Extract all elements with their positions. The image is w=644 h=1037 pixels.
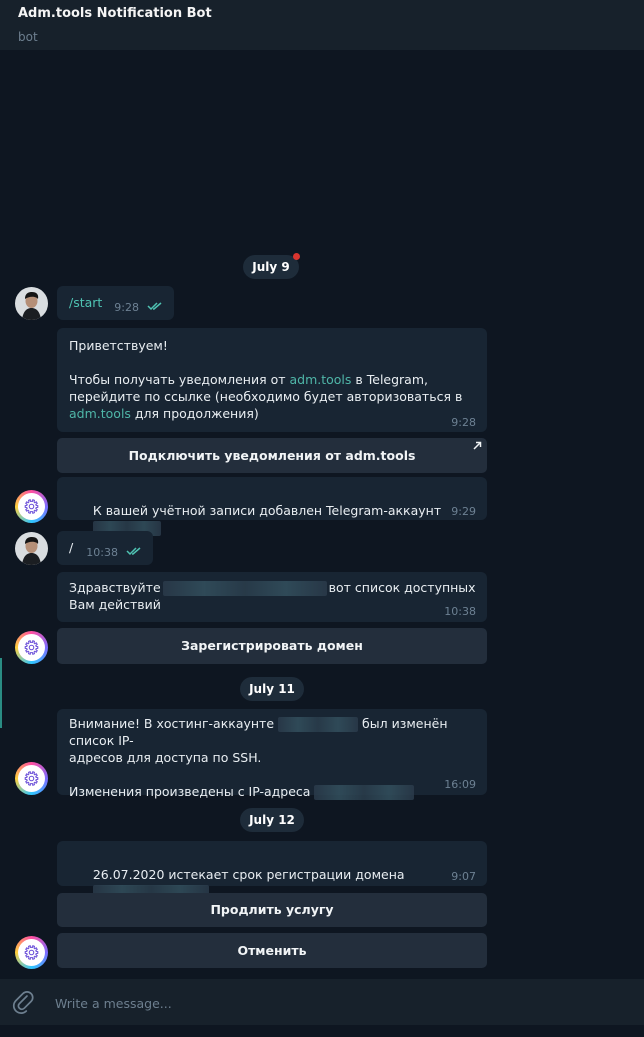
cancel-button[interactable]: Отменить [57,933,487,968]
date-label: July 12 [249,813,295,827]
message-composer [0,979,644,1025]
message-line: Вам действий [69,597,161,612]
renew-service-button[interactable]: Продлить услугу [57,893,487,927]
window-bottom-edge [0,1025,644,1037]
message-text: Чтобы получать уведомления от [69,372,290,387]
message-text: 26.07.2020 истекает срок регистрации дом… [92,867,405,882]
message-outgoing[interactable]: / 10:38 [57,531,153,565]
attach-icon[interactable] [12,990,34,1014]
gear-icon [24,640,39,655]
chat-status: bot [18,30,38,44]
external-link-icon [473,441,482,450]
link-adm-tools[interactable]: adm.tools [289,372,351,387]
button-label: Подключить уведомления от adm.tools [128,448,416,463]
message-incoming[interactable]: К вашей учётной записи добавлен Telegram… [57,477,487,536]
message-text: в Telegram, [351,372,428,387]
message-text: Здравствуйте [69,580,161,595]
message-line: адресов для доступа по SSH. [69,750,262,765]
message-outgoing[interactable]: /start 9:28 [57,286,174,320]
date-label: July 11 [249,682,295,696]
message-incoming[interactable]: Здравствуйте вот список доступных Вам дей… [57,572,487,622]
message-time: 10:38 [444,605,476,618]
gear-icon [24,945,39,960]
date-label: July 9 [252,260,290,274]
register-domain-button[interactable]: Зарегистрировать домен [57,628,487,664]
message-text: для продолжения) [130,406,259,421]
read-ticks-icon [147,302,162,311]
message-time: 9:28 [451,416,476,429]
redacted-ip [314,785,415,800]
message-text: вот список доступных [328,580,476,595]
connect-notifications-button[interactable]: Подключить уведомления от adm.tools [57,438,487,473]
message-text: Внимание! В хостинг-аккаунте [69,716,275,731]
message-text: /start [69,295,103,310]
message-text: Изменения произведены с IP-адреса [69,784,311,799]
chat-header[interactable]: Adm.tools Notification Bot bot [0,0,644,50]
date-separator: July 11 [240,677,304,701]
message-time: 16:09 [444,778,476,791]
message-incoming[interactable]: Приветствуем! Чтобы получать уведомления… [57,328,487,432]
link-adm-tools[interactable]: adm.tools [69,406,131,421]
read-ticks-icon [126,547,141,556]
message-list[interactable]: July 9 /start 9:28 Приветствуем! Чтобы п… [0,50,644,979]
message-text: К вашей учётной записи добавлен Telegram… [92,503,442,518]
bot-avatar[interactable] [15,936,48,969]
message-time: 9:07 [451,870,476,883]
message-incoming[interactable]: Внимание! В хостинг-аккаунте был изменён … [57,709,487,800]
date-separator: July 12 [240,808,304,832]
button-label: Отменить [237,943,307,958]
message-incoming[interactable]: 26.07.2020 истекает срок регистрации дом… [57,841,487,900]
redacted-email [162,581,327,596]
unread-dot [293,253,300,260]
message-input[interactable] [53,991,617,1015]
message-line: перейдите по ссылке (необходимо будет ав… [69,389,463,404]
message-time: 9:29 [451,505,476,518]
bot-avatar[interactable] [15,762,48,795]
bot-avatar[interactable] [15,631,48,664]
gear-icon [24,771,39,786]
date-separator: July 9 [243,253,300,279]
selection-edge [0,658,2,728]
chat-title: Adm.tools Notification Bot [18,6,212,21]
message-text: / [69,540,74,555]
bot-avatar[interactable] [15,490,48,523]
button-label: Зарегистрировать домен [181,638,363,653]
redacted-account [278,717,359,732]
button-label: Продлить услугу [210,902,334,917]
user-avatar[interactable] [15,532,48,565]
message-time: 9:28 [114,301,139,314]
message-line: Приветствуем! [69,338,168,353]
user-avatar[interactable] [15,287,48,320]
gear-icon [24,499,39,514]
message-time: 10:38 [86,546,118,559]
